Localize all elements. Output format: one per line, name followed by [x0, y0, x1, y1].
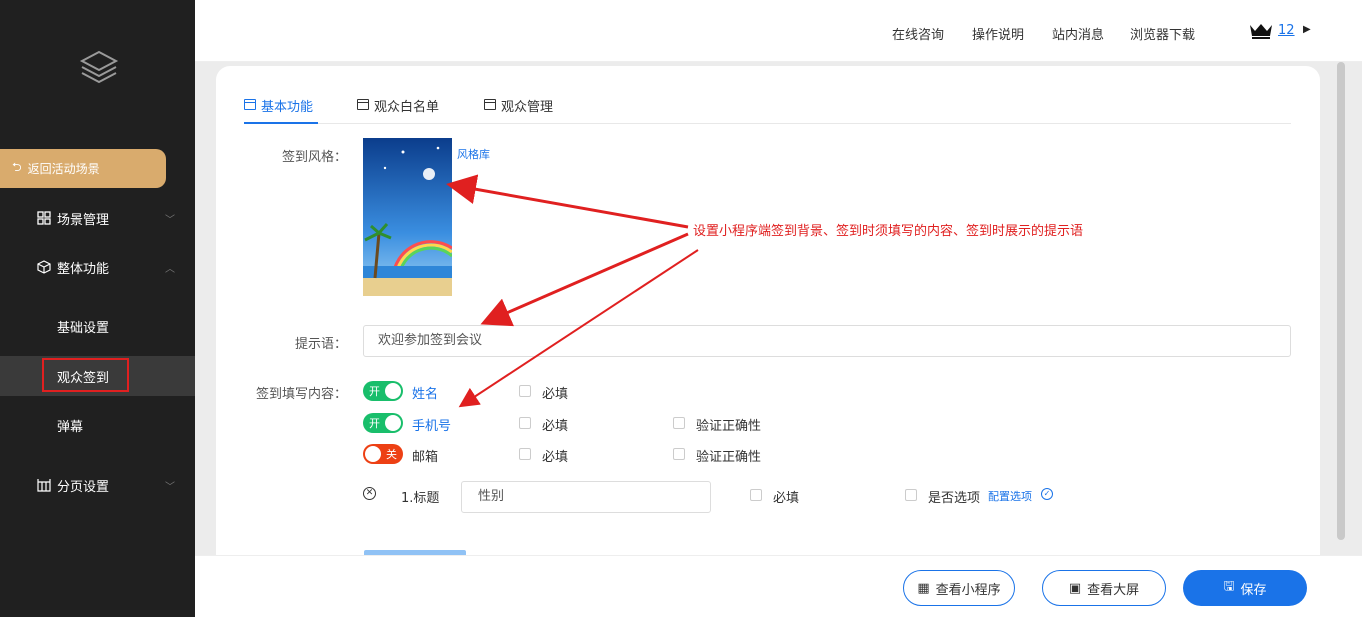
fill-content-label: 签到填写内容： — [255, 387, 347, 402]
tab-label: 基本功能 — [261, 100, 314, 115]
qr-icon: ▦ — [917, 580, 930, 596]
check-circle-icon: ✓ — [1041, 488, 1053, 500]
subitem-label: 弹幕 — [57, 419, 84, 435]
subitem-label: 观众签到 — [57, 370, 110, 386]
hint-label: 提示语： — [294, 337, 347, 352]
cube-icon — [37, 260, 51, 274]
logo-icon — [79, 50, 119, 84]
grid-icon — [37, 211, 51, 225]
sidebar-item-page-settings[interactable]: 分页设置 ﹀ — [0, 465, 195, 505]
sidebar-subitem-audience-checkin[interactable]: 观众签到 — [0, 356, 195, 396]
sidebar-item-label: 整体功能 — [57, 261, 110, 277]
sidebar-item-label: 分页设置 — [57, 479, 110, 495]
field-name: 手机号 — [412, 419, 452, 434]
caret-right-icon[interactable]: ▶ — [1303, 24, 1311, 35]
return-icon: ⮌ — [12, 160, 22, 174]
online-consult-link[interactable]: 在线咨询 — [892, 24, 944, 43]
chevron-down-icon: ﹀ — [165, 214, 175, 226]
verify-label: 验证正确性 — [696, 419, 762, 434]
tab-bar: 基本功能 观众白名单 观众管理 — [244, 96, 1291, 124]
required-label: 必填 — [773, 491, 800, 506]
chevron-down-icon: ﹀ — [165, 481, 175, 493]
back-label: 返回活动场景 — [27, 162, 100, 176]
tab-audience-whitelist[interactable]: 观众白名单 — [357, 96, 439, 124]
required-checkbox[interactable] — [519, 385, 531, 397]
hint-input[interactable]: 欢迎参加签到会议 — [363, 325, 1291, 357]
top-bar: 在线咨询 操作说明 站内消息 浏览器下载 12 ▶ — [195, 0, 1362, 62]
chevron-up-icon: ︿ — [165, 263, 175, 275]
tab-basic-functions[interactable]: 基本功能 — [244, 96, 318, 124]
save-button[interactable]: 🖫 保存 — [1183, 570, 1307, 606]
site-messages-link[interactable]: 站内消息 — [1052, 24, 1104, 43]
calendar-icon — [357, 99, 369, 110]
required-checkbox[interactable] — [519, 417, 531, 429]
email-toggle[interactable]: 关 — [363, 444, 403, 464]
sidebar-item-overall-functions[interactable]: 整体功能 ︿ — [0, 247, 195, 287]
button-label: 保存 — [1240, 582, 1267, 598]
view-bigscreen-button[interactable]: ▣ 查看大屏 — [1042, 570, 1166, 606]
config-options-link[interactable]: 配置选项 — [988, 488, 1032, 504]
verify-checkbox[interactable] — [673, 448, 685, 460]
button-label: 查看小程序 — [935, 582, 1001, 598]
toggle-text: 开 — [369, 385, 380, 398]
instructions-link[interactable]: 操作说明 — [972, 24, 1024, 43]
required-checkbox[interactable] — [519, 448, 531, 460]
sidebar-subitem-basic-settings[interactable]: 基础设置 — [0, 306, 195, 346]
monitor-icon: ▣ — [1068, 580, 1082, 596]
subitem-label: 基础设置 — [57, 320, 110, 336]
vip-level-link[interactable]: 12 — [1278, 23, 1295, 38]
annotation-text: 设置小程序端签到背景、签到时须填写的内容、签到时展示的提示语 — [693, 224, 1084, 239]
phone-toggle[interactable]: 开 — [363, 413, 403, 433]
calendar-icon — [244, 99, 256, 110]
required-label: 必填 — [542, 450, 569, 465]
layout-icon — [37, 479, 51, 492]
sidebar-item-label: 场景管理 — [57, 212, 110, 228]
calendar-icon — [484, 99, 496, 110]
toggle-text: 关 — [386, 448, 397, 461]
sidebar: ⮌ 返回活动场景 场景管理 ﹀ 整体功能 ︿ 基础设置 观众签到 弹幕 分页设置… — [0, 0, 195, 617]
style-preview-image[interactable] — [363, 138, 452, 296]
option-checkbox[interactable] — [905, 489, 917, 501]
custom-title-input[interactable]: 性别 — [461, 481, 711, 513]
view-miniprogram-button[interactable]: ▦ 查看小程序 — [903, 570, 1015, 606]
button-label: 查看大屏 — [1087, 582, 1140, 598]
sidebar-subitem-danmaku[interactable]: 弹幕 — [0, 405, 195, 445]
field-name: 邮箱 — [412, 450, 439, 465]
verify-checkbox[interactable] — [673, 417, 685, 429]
verify-label: 验证正确性 — [696, 450, 762, 465]
crown-icon[interactable] — [1249, 22, 1273, 40]
style-label: 签到风格： — [281, 150, 347, 165]
tab-audience-management[interactable]: 观众管理 — [484, 96, 553, 124]
style-library-link[interactable]: 风格库 — [457, 146, 490, 162]
field-name: 姓名 — [412, 387, 439, 402]
required-label: 必填 — [542, 387, 569, 402]
required-label: 必填 — [542, 419, 569, 434]
custom-title-label: 1.标题 — [401, 491, 440, 506]
scrollbar[interactable] — [1337, 62, 1345, 540]
toggle-text: 开 — [369, 417, 380, 430]
option-label: 是否选项 — [928, 491, 981, 506]
sidebar-item-scene-management[interactable]: 场景管理 ﹀ — [0, 198, 195, 238]
back-to-scenes-button[interactable]: ⮌ 返回活动场景 — [0, 149, 166, 188]
browser-download-link[interactable]: 浏览器下载 — [1130, 24, 1195, 43]
name-toggle[interactable]: 开 — [363, 381, 403, 401]
tab-label: 观众管理 — [501, 100, 554, 115]
remove-icon[interactable]: ✕ — [363, 487, 376, 500]
tab-label: 观众白名单 — [374, 100, 440, 115]
save-icon: 🖫 — [1223, 579, 1235, 594]
required-checkbox[interactable] — [750, 489, 762, 501]
